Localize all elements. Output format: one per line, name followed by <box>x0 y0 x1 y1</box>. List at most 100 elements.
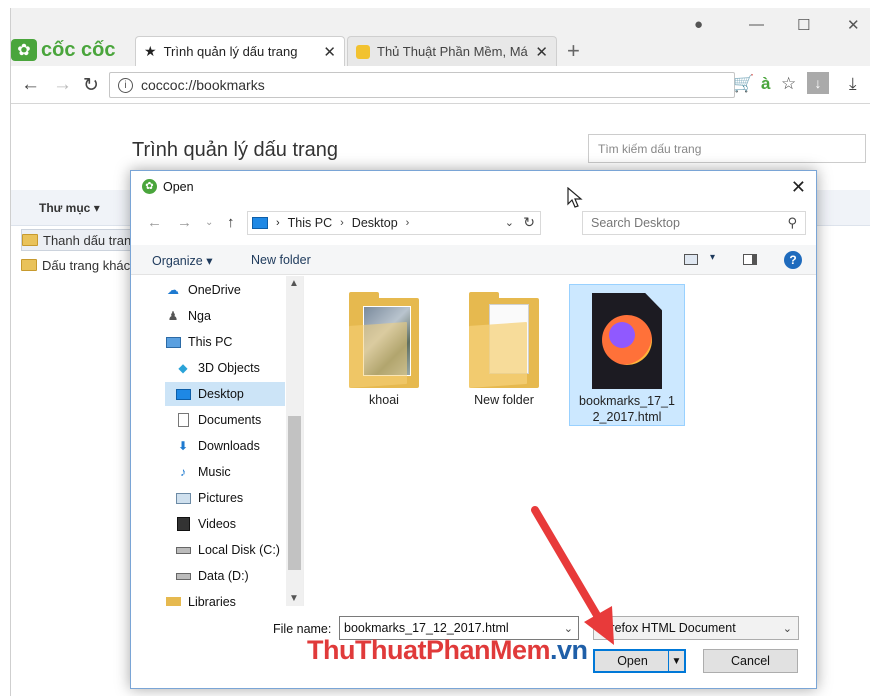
bookmark-folder-bar[interactable]: Thanh dấu trang <box>21 229 131 251</box>
download-video-icon[interactable]: ↓ <box>807 72 829 94</box>
cancel-button[interactable]: Cancel <box>703 649 798 673</box>
library-icon <box>165 595 181 606</box>
nav-item-data-drive[interactable]: Data (D:) <box>175 564 249 588</box>
nav-item-music[interactable]: ♪ Music <box>175 460 231 484</box>
file-type-select[interactable]: Firefox HTML Document ⌄ <box>593 616 799 640</box>
navigation-scrollbar[interactable]: ▲ ▼ <box>286 276 303 606</box>
this-pc-icon <box>252 217 268 229</box>
nav-item-label: Nga <box>188 309 211 323</box>
tab-thuthuat[interactable]: Thủ Thuật Phần Mềm, Má ✕ <box>347 36 557 66</box>
watermark-part2: PhanMem <box>425 635 551 665</box>
nav-item-this-pc[interactable]: This PC <box>165 330 232 354</box>
tab-bookmarks[interactable]: ★ Trình quản lý dấu trang ✕ <box>135 36 345 66</box>
scroll-up-icon[interactable]: ▲ <box>289 278 299 289</box>
up-arrow-icon[interactable]: ↑ <box>227 214 235 231</box>
file-type-value: Firefox HTML Document <box>600 621 736 635</box>
forward-icon[interactable]: → <box>53 74 72 96</box>
nav-item-pictures[interactable]: Pictures <box>175 486 243 510</box>
photo-folder-icon <box>349 292 419 388</box>
nav-item-desktop[interactable]: Desktop <box>165 382 285 406</box>
nav-item-3d-objects[interactable]: ◆ 3D Objects <box>175 356 259 380</box>
info-icon[interactable]: i <box>118 77 133 93</box>
nav-item-downloads[interactable]: ⬇ Downloads <box>175 434 260 458</box>
downloads-icon[interactable]: ⤓ <box>849 74 857 94</box>
help-icon[interactable]: ? <box>784 251 802 269</box>
organize-label: Organize <box>152 254 203 268</box>
file-item-new-folder[interactable]: New folder <box>446 284 562 426</box>
open-options-icon[interactable]: ▼ <box>668 651 684 671</box>
user-icon: ♟ <box>167 309 179 323</box>
logo-text: cốc cốc <box>41 38 116 61</box>
nav-item-label: Local Disk (C:) <box>198 543 280 557</box>
dialog-close-icon[interactable]: ✕ <box>791 177 806 198</box>
drive-icon <box>175 569 191 583</box>
search-desktop-input[interactable]: Search Desktop ⚲ <box>582 211 806 235</box>
file-item-khoai[interactable]: khoai <box>326 284 442 426</box>
nav-item-label: This PC <box>188 335 233 349</box>
open-button[interactable]: Open ▼ <box>593 649 686 673</box>
address-bar[interactable]: i coccoc://bookmarks <box>109 72 735 98</box>
bulb-icon <box>356 44 370 59</box>
nav-item-label: Videos <box>198 517 236 531</box>
folders-menu[interactable]: Thư mục ▾ <box>39 201 100 215</box>
watermark-logo: ThuThuatPhanMem.vn <box>307 635 588 666</box>
bookmark-star-icon[interactable]: ☆ <box>781 74 796 94</box>
chevron-down-icon[interactable]: ⌄ <box>564 622 573 635</box>
bookmark-folder-other[interactable]: Dấu trang khác <box>21 254 131 276</box>
coccoc-logo[interactable]: ✿ cốc cốc <box>11 36 135 64</box>
dialog-titlebar[interactable]: ✿ Open ✕ <box>131 171 816 203</box>
view-chevron-icon[interactable]: ▾ <box>710 252 715 263</box>
watermark-part1: ThuThuat <box>307 635 426 665</box>
profile-icon[interactable]: ● <box>694 16 703 33</box>
nav-item-videos[interactable]: Videos <box>175 512 236 536</box>
tab-close-icon[interactable]: ✕ <box>535 43 548 61</box>
back-arrow-icon[interactable]: ← <box>147 214 162 231</box>
new-tab-button[interactable]: + <box>567 38 580 64</box>
navigation-pane: ☁ OneDrive ♟ Nga This PC ◆ 3D Objects De… <box>131 276 303 606</box>
translate-icon[interactable]: à <box>761 74 770 94</box>
refresh-icon[interactable]: ↻ <box>523 214 535 231</box>
organize-menu[interactable]: Organize ▾ <box>152 253 212 268</box>
nav-item-label: Documents <box>198 413 262 427</box>
scroll-down-icon[interactable]: ▼ <box>289 593 299 604</box>
dialog-navigation-bar: ← → ⌄ ↑ › This PC › Desktop › ⌄ ↻ Search… <box>131 207 816 239</box>
tab-close-icon[interactable]: ✕ <box>323 43 336 61</box>
minimize-icon[interactable]: — <box>749 16 764 33</box>
desktop-icon <box>175 387 191 401</box>
nav-item-onedrive[interactable]: ☁ OneDrive <box>165 278 241 302</box>
folder-label: Thanh dấu trang <box>43 232 131 248</box>
document-icon <box>175 413 191 427</box>
file-name: khoai <box>369 393 399 407</box>
nav-item-user[interactable]: ♟ Nga <box>165 304 211 328</box>
nav-item-label: Pictures <box>198 491 244 505</box>
path-segment-desktop[interactable]: Desktop <box>352 216 398 230</box>
view-options-icon[interactable] <box>684 254 698 265</box>
nav-item-libraries[interactable]: Libraries <box>165 590 236 606</box>
preview-pane-icon[interactable] <box>743 254 757 265</box>
coccoc-logo-icon: ✿ <box>11 39 37 61</box>
maximize-icon[interactable]: ☐ <box>797 16 810 34</box>
bookmark-search-input[interactable]: Tìm kiếm dấu trang <box>588 134 866 163</box>
path-segment-this-pc[interactable]: This PC <box>288 216 332 230</box>
coccoc-app-icon: ✿ <box>142 179 157 194</box>
reload-icon[interactable]: ↻ <box>83 74 99 97</box>
cube-icon: ◆ <box>178 361 188 375</box>
nav-item-documents[interactable]: Documents <box>175 408 261 432</box>
recent-chevron-icon[interactable]: ⌄ <box>205 217 213 228</box>
back-icon[interactable]: ← <box>21 74 40 96</box>
forward-arrow-icon[interactable]: → <box>177 214 192 231</box>
file-item-bookmarks-html[interactable]: bookmarks_17_1 2_2017.html <box>569 284 685 426</box>
nav-item-label: OneDrive <box>188 283 241 297</box>
path-bar[interactable]: › This PC › Desktop › ⌄ ↻ <box>247 211 541 235</box>
shopping-cart-icon[interactable]: 🛒 <box>733 74 754 94</box>
window-close-icon[interactable]: ✕ <box>847 16 860 34</box>
nav-item-local-disk[interactable]: Local Disk (C:) <box>175 538 280 562</box>
mouse-cursor-icon <box>567 187 583 208</box>
chevron-down-icon[interactable]: ⌄ <box>783 622 792 635</box>
scrollbar-thumb[interactable] <box>288 416 301 570</box>
new-folder-button[interactable]: New folder <box>251 253 311 267</box>
star-icon: ★ <box>144 43 157 59</box>
music-icon: ♪ <box>180 465 186 479</box>
path-separator-icon: › <box>405 217 410 229</box>
chevron-down-icon[interactable]: ⌄ <box>505 216 514 229</box>
